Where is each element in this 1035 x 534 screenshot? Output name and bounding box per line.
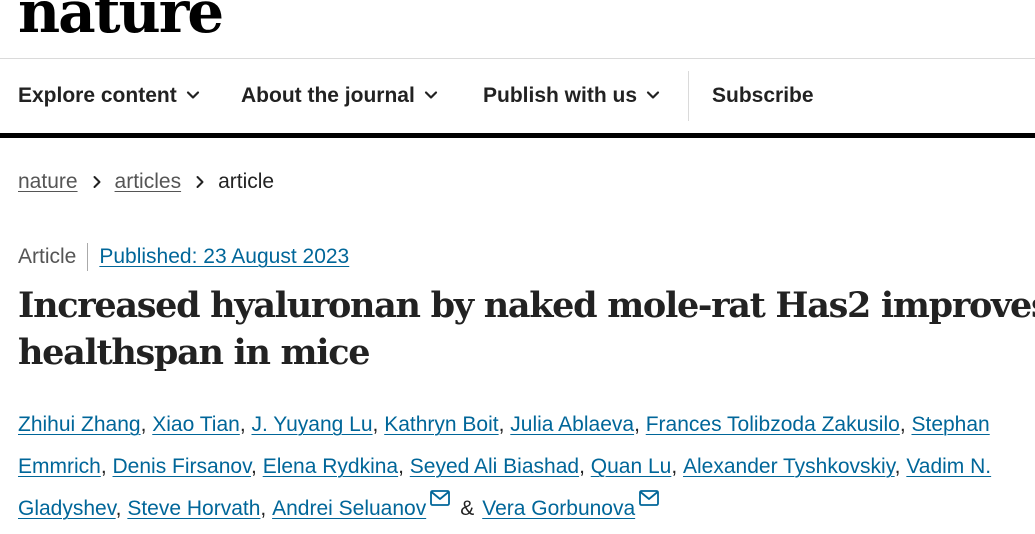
author-separator: , — [899, 413, 912, 436]
nav-publish-with-us-label: Publish with us — [483, 84, 638, 107]
author-link[interactable]: Zhihui Zhang — [18, 413, 141, 436]
author-item: Steve Horvath, — [127, 497, 272, 520]
author-separator: , — [372, 413, 385, 436]
author-separator: , — [634, 413, 646, 436]
mail-icon[interactable] — [430, 490, 451, 506]
nav-divider — [688, 71, 689, 121]
breadcrumb-articles[interactable]: articles — [115, 170, 182, 194]
author-link[interactable]: Steve Horvath — [127, 497, 260, 520]
author-separator: , — [100, 455, 113, 478]
author-item: Seyed Ali Biashad, — [410, 455, 591, 478]
author-item: J. Yuyang Lu, — [251, 413, 384, 436]
author-link[interactable]: Julia Ablaeva — [510, 413, 634, 436]
author-separator: , — [115, 497, 128, 520]
meta-divider — [87, 243, 89, 271]
chevron-right-icon — [91, 175, 103, 189]
article-title-line-2: healthspan in mice — [18, 332, 371, 373]
author-item: Vera Gorbunova — [482, 490, 660, 520]
mail-icon[interactable] — [639, 490, 660, 506]
author-link[interactable]: Quan Lu — [591, 455, 672, 478]
author-item: Andrei Seluanov — [272, 490, 451, 520]
nature-logo[interactable]: nature — [18, 0, 224, 41]
nav-about-the-journal[interactable]: About the journal — [241, 59, 438, 133]
author-link[interactable]: Seyed Ali Biashad — [410, 455, 579, 478]
chevron-down-icon — [646, 88, 660, 102]
author-separator: , — [671, 455, 683, 478]
nav-publish-with-us[interactable]: Publish with us — [483, 59, 660, 133]
author-item: Alexander Tyshkovskiy, — [683, 455, 906, 478]
author-link[interactable]: Elena Rydkina — [263, 455, 398, 478]
author-link[interactable]: J. Yuyang Lu — [251, 413, 372, 436]
chevron-down-icon — [186, 88, 200, 102]
author-separator: , — [239, 413, 252, 436]
breadcrumb-current: article — [218, 170, 275, 193]
author-separator: , — [140, 413, 153, 436]
author-item: Denis Firsanov, — [113, 455, 263, 478]
author-conjunction-item: & — [450, 497, 482, 520]
nav-about-the-journal-label: About the journal — [241, 84, 415, 107]
article-title-line-1: Increased hyaluronan by naked mole-rat H… — [18, 285, 1035, 326]
author-item: Quan Lu, — [591, 455, 683, 478]
author-separator: , — [260, 497, 273, 520]
author-link[interactable]: Xiao Tian — [152, 413, 240, 436]
author-item: Frances Tolibzoda Zakusilo, — [646, 413, 912, 436]
author-separator: , — [579, 455, 591, 478]
subscribe-label: Subscribe — [712, 84, 814, 107]
author-separator: , — [251, 455, 263, 478]
author-conjunction: & — [460, 497, 475, 520]
author-separator: , — [498, 413, 511, 436]
author-link[interactable]: Kathryn Boit — [384, 413, 498, 436]
author-item: Elena Rydkina, — [263, 455, 410, 478]
author-item: Zhihui Zhang, — [18, 413, 152, 436]
author-list: Zhihui Zhang, Xiao Tian, J. Yuyang Lu, K… — [18, 404, 1028, 530]
masthead: nature — [0, 0, 1035, 59]
published-date[interactable]: Published: 23 August 2023 — [99, 245, 349, 269]
subscribe-link[interactable]: Subscribe — [712, 59, 814, 133]
author-link[interactable]: Alexander Tyshkovskiy — [683, 455, 895, 478]
article-type: Article — [18, 245, 77, 268]
author-separator: , — [894, 455, 907, 478]
author-item: Julia Ablaeva, — [510, 413, 645, 436]
author-link[interactable]: Vera Gorbunova — [482, 497, 635, 520]
main-nav: Explore content About the journal Publis… — [0, 59, 1035, 133]
chevron-right-icon — [194, 175, 206, 189]
author-link[interactable]: Frances Tolibzoda Zakusilo — [646, 413, 900, 436]
nav-bottom-rule — [0, 133, 1035, 138]
chevron-down-icon — [424, 88, 438, 102]
author-item: Xiao Tian, — [152, 413, 251, 436]
author-link[interactable]: Andrei Seluanov — [272, 497, 426, 520]
author-link[interactable]: Denis Firsanov — [113, 455, 252, 478]
breadcrumb: nature articles article — [18, 168, 274, 196]
nav-explore-content-label: Explore content — [18, 84, 177, 107]
article-meta: Article Published: 23 August 2023 — [18, 242, 349, 272]
author-separator: , — [398, 455, 410, 478]
nav-explore-content[interactable]: Explore content — [18, 59, 200, 133]
author-item: Kathryn Boit, — [384, 413, 510, 436]
breadcrumb-nature[interactable]: nature — [18, 170, 78, 194]
article-title: Increased hyaluronan by naked mole-rat H… — [18, 282, 1035, 376]
